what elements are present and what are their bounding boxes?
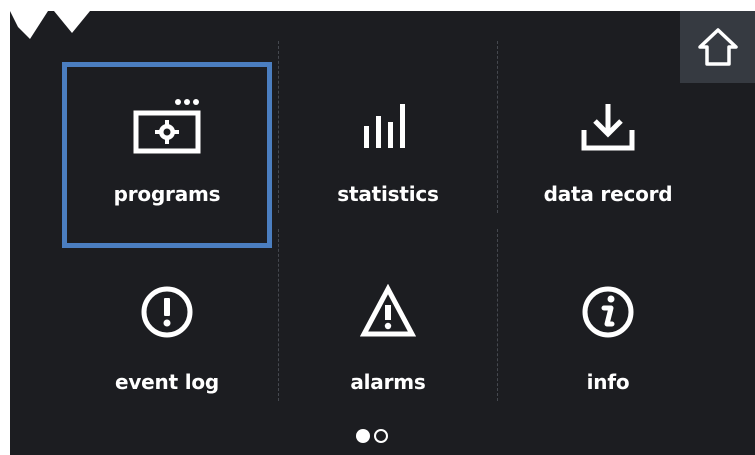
data-record-label: data record [543,182,673,206]
alarms-label: alarms [350,370,426,394]
bar-chart-icon [360,102,416,152]
download-icon [578,100,638,154]
warning-triangle-icon [360,284,416,340]
exclamation-circle-icon [139,284,195,340]
statistics-tile[interactable]: statistics [283,62,493,248]
statistics-label: statistics [337,182,439,206]
info-tile[interactable]: info [503,250,713,436]
grid-divider [278,229,279,401]
info-circle-icon [580,284,636,340]
alarms-tile[interactable]: alarms [283,250,493,436]
page-dot-2[interactable] [374,429,388,443]
grid-divider [497,229,498,401]
page-dot-1[interactable] [356,429,370,443]
event-log-tile[interactable]: event log [62,250,272,436]
event-log-label: event log [114,370,220,394]
watermark-fragment [10,11,90,39]
programs-tile[interactable]: programs [62,62,272,248]
programs-gear-icon [132,96,202,156]
menu-screen: programs statistics data record event lo… [10,11,755,455]
programs-label: programs [113,182,221,206]
grid-divider [497,41,498,213]
info-label: info [586,370,630,394]
data-record-tile[interactable]: data record [503,62,713,248]
page-indicator [356,429,388,443]
grid-divider [278,41,279,213]
